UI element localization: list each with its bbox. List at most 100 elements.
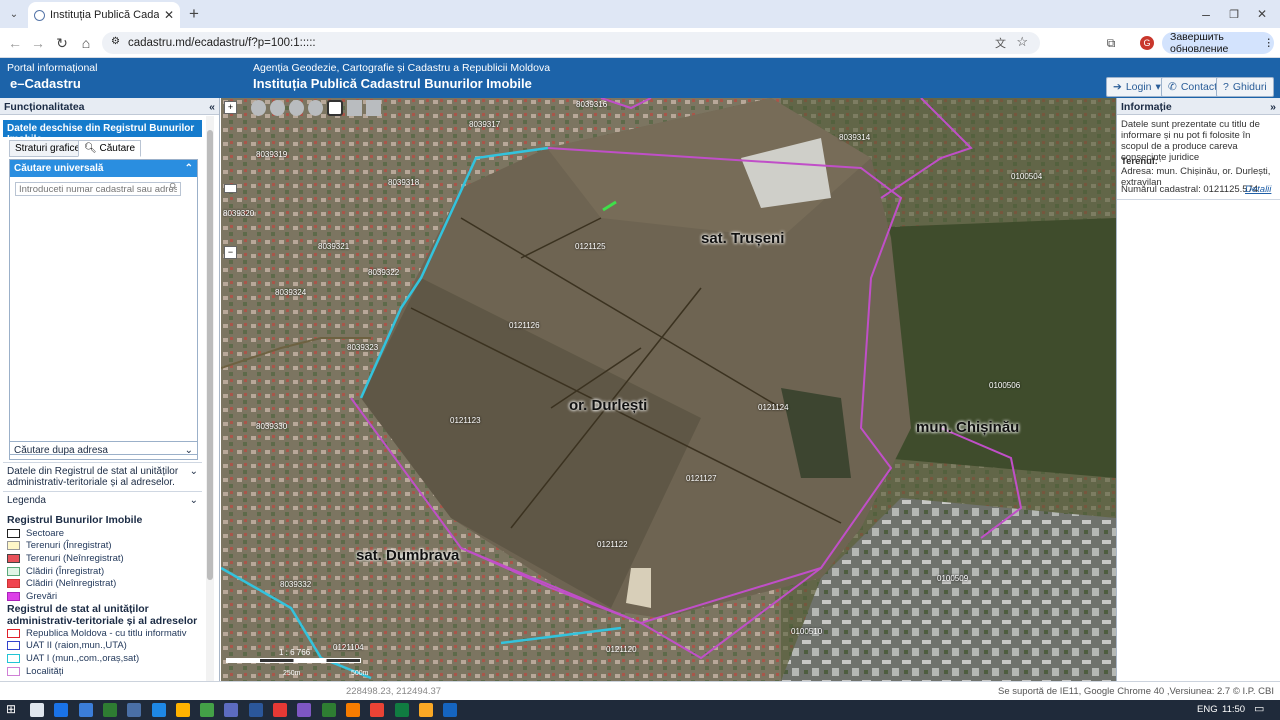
info-tool-icon[interactable] [327, 100, 343, 116]
taskbar-app-icon[interactable] [224, 703, 239, 717]
collapse-up-icon[interactable]: ⌃ [185, 163, 193, 174]
taskbar-app-icon[interactable] [248, 703, 263, 717]
portal-name[interactable]: e–Cadastru [10, 76, 81, 91]
reload-icon[interactable]: ↻ [51, 32, 73, 54]
parcel-label[interactable]: 0121104 [333, 643, 364, 652]
map-button-1[interactable] [224, 184, 237, 193]
login-button[interactable]: ➔ Login ▾ [1106, 77, 1168, 97]
parcel-label[interactable]: 0121124 [758, 403, 789, 412]
parcel-label[interactable]: 8039330 [256, 422, 287, 431]
back-icon[interactable]: ← [4, 32, 26, 54]
universal-search-header[interactable]: Căutare universală ⌃ [10, 160, 197, 177]
parcel-label[interactable]: 0121123 [450, 416, 481, 425]
extensions-icon[interactable]: ⧉ [1100, 32, 1122, 54]
taskbar-app-icon[interactable] [370, 703, 385, 717]
tab-layers[interactable]: Straturi grafice [9, 140, 87, 157]
windows-start-icon[interactable]: ⊞ [6, 702, 20, 716]
language-indicator[interactable]: ENG [1197, 704, 1218, 715]
parcel-label[interactable]: 8039320 [223, 209, 254, 218]
legend-group-1: Registrul Bunurilor Imobile [7, 514, 143, 526]
taskbar-app-icon[interactable] [394, 703, 409, 717]
taskbar-app-icon[interactable] [30, 703, 44, 717]
close-tab-icon[interactable]: ✕ [164, 8, 174, 22]
collapse-right-icon[interactable]: » [1270, 101, 1276, 113]
parcel-label[interactable]: 0121126 [509, 321, 540, 330]
parcel-label[interactable]: 0100506 [989, 381, 1020, 390]
parcel-label[interactable]: 0100504 [1011, 172, 1042, 181]
zoom-in-button[interactable]: + [224, 101, 237, 114]
taskbar-app-icon[interactable] [418, 703, 433, 717]
taskbar-app-icon[interactable] [78, 703, 93, 717]
parcel-label[interactable]: 8039322 [368, 268, 399, 277]
zoom-box-icon[interactable] [289, 100, 305, 116]
forward-icon[interactable]: → [27, 32, 49, 54]
taskbar-app-icon[interactable] [151, 703, 166, 717]
clock[interactable]: 11:50 [1222, 704, 1245, 715]
taskbar-app-icon[interactable] [102, 703, 117, 717]
zoom-out-button[interactable]: − [224, 246, 237, 259]
tab-search-chevron-icon[interactable]: ⌄ [3, 3, 25, 25]
satellite-map[interactable] [221, 98, 1116, 681]
minimize-icon[interactable]: – [1195, 3, 1217, 25]
taskbar-app-icon[interactable] [175, 703, 190, 717]
map-view[interactable]: + − sat. Trușeni or. Durlești mun. Chișină… [221, 98, 1116, 681]
parcel-label[interactable]: 8039321 [318, 242, 349, 251]
parcel-label[interactable]: 0121127 [686, 474, 717, 483]
open-data-item[interactable]: Datele deschise din Registrul Bunurilor … [3, 120, 202, 145]
browser-tab[interactable]: Instituția Publică Cadastrul Buni ✕ [28, 2, 180, 28]
parcel-label[interactable]: 8039324 [275, 288, 306, 297]
search-by-address[interactable]: Căutare dupa adresa ⌄ [9, 441, 198, 460]
restore-icon[interactable]: ❐ [1223, 3, 1245, 25]
parcel-label[interactable]: 8039314 [839, 133, 870, 142]
taskbar-app-icon[interactable] [200, 703, 215, 717]
details-link[interactable]: Detalii [1245, 184, 1271, 195]
parcel-label[interactable]: 0121125 [575, 242, 606, 251]
taskbar-app-icon[interactable] [443, 703, 458, 717]
parcel-label[interactable]: 8039319 [256, 150, 287, 159]
parcel-label[interactable]: 0121122 [597, 540, 628, 549]
state-register-section[interactable]: Datele din Registrul de stat al unitățil… [3, 462, 202, 489]
parcel-label[interactable]: 8039317 [469, 120, 500, 129]
taskbar-app-icon[interactable] [321, 703, 336, 717]
parcel-label[interactable]: 8039318 [388, 178, 419, 187]
parcel-label[interactable]: 8039316 [576, 100, 607, 109]
pan-tool-icon[interactable] [251, 100, 267, 116]
notifications-icon[interactable]: ▭ [1254, 702, 1264, 715]
legend-label: Clădiri (Neînregistrat) [26, 578, 117, 590]
tab-search[interactable]: 🔍︎ Căutare [78, 140, 142, 157]
legend-section[interactable]: Legenda ⌄ [3, 491, 202, 509]
parcel-label[interactable]: 0121120 [606, 645, 637, 654]
taskbar-app-icon[interactable] [273, 703, 287, 717]
close-window-icon[interactable]: ✕ [1251, 3, 1273, 25]
guides-button[interactable]: ? Ghiduri [1216, 77, 1274, 97]
parcel-label[interactable]: 0100510 [791, 627, 822, 636]
print-icon[interactable] [346, 100, 362, 116]
layers-icon[interactable] [365, 100, 381, 116]
update-button[interactable]: Завершить обновление ⋮ [1162, 31, 1275, 55]
site-info-icon[interactable]: ⚙ [111, 36, 120, 47]
profile-avatar[interactable]: G [1140, 36, 1154, 50]
parcel-label[interactable]: 8039332 [280, 580, 311, 589]
measure-icon[interactable] [308, 100, 324, 116]
search-input-icon[interactable]: ⚲ [169, 182, 176, 193]
taskbar-app-icon[interactable] [345, 703, 360, 717]
collapse-left-icon[interactable]: « [209, 101, 215, 113]
home-icon[interactable]: ⌂ [75, 32, 97, 54]
left-scrollbar[interactable] [206, 116, 214, 681]
address-bar[interactable]: ⚙ cadastru.md/ecadastru/f?p=100:1::::: 文… [102, 32, 1040, 54]
taskbar-app-icon[interactable] [297, 703, 312, 717]
legend-label: Clădiri (Înregistrat) [26, 565, 105, 577]
move-tool-icon[interactable] [270, 100, 286, 116]
new-tab-icon[interactable]: + [183, 3, 205, 25]
parcel-label[interactable]: 8039323 [347, 343, 378, 352]
search-input[interactable] [15, 182, 181, 196]
legend-item: Republica Moldova - cu titlu informativ [7, 627, 187, 639]
translate-icon[interactable]: 文 [995, 35, 1006, 51]
menu-dots-icon[interactable]: ⋮ [1264, 37, 1275, 49]
universal-search-title: Căutare universală [14, 163, 104, 174]
parcel-label[interactable]: 0100509 [937, 574, 968, 583]
taskbar-app-icon[interactable] [127, 703, 142, 717]
scrollbar-thumb[interactable] [207, 130, 213, 580]
bookmark-star-icon[interactable]: ☆ [1016, 34, 1028, 50]
taskbar-app-icon[interactable] [54, 703, 69, 717]
